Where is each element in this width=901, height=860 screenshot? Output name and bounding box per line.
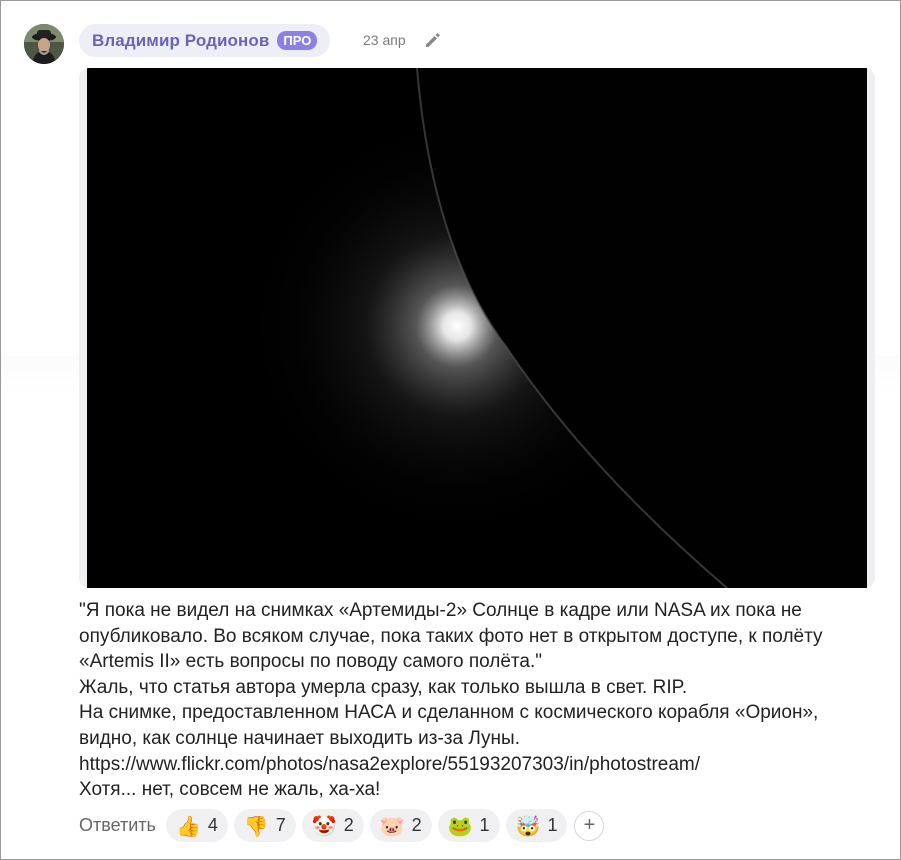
comment-text: "Я пока не видел на снимках «Артемиды-2»… (79, 598, 879, 803)
pro-badge: ПРО (277, 31, 318, 50)
thumbs-down-icon: 👎 (243, 813, 269, 838)
text-line: Хотя... нет, совсем не жаль, ха-ха! (79, 779, 381, 801)
reaction-frog[interactable]: 🐸 1 (437, 809, 500, 842)
text-line: На снимке, предоставленном НАСА и сделан… (79, 702, 819, 724)
author-name[interactable]: Владимир Родионов (92, 31, 269, 51)
reaction-thumbs-up[interactable]: 👍 4 (165, 809, 228, 842)
reaction-thumbs-down[interactable]: 👎 7 (233, 809, 296, 842)
comment-date[interactable]: 23 апр (363, 32, 406, 48)
avatar-photo (24, 24, 64, 64)
reaction-count: 1 (547, 815, 558, 835)
reaction-exploding-head[interactable]: 🤯 1 (505, 809, 568, 842)
text-line: «Artemis II» есть вопросы по поводу само… (79, 651, 543, 673)
pig-icon: 🐷 (379, 813, 405, 838)
thumbs-up-icon: 👍 (175, 813, 201, 838)
reaction-count: 4 (207, 815, 218, 835)
text-line: "Я пока не видел на снимках «Артемиды-2»… (79, 600, 802, 621)
comment: Владимир Родионов ПРО 23 апр "Я пока не … (0, 0, 901, 860)
text-link[interactable]: https://www.flickr.com/photos/nasa2explo… (79, 752, 879, 778)
author-avatar[interactable] (24, 24, 64, 64)
reaction-clown[interactable]: 🤡 2 (301, 809, 364, 842)
frog-icon: 🐸 (447, 813, 473, 838)
reply-button[interactable]: Ответить (79, 815, 156, 836)
eclipse-photo (87, 68, 867, 588)
comment-actions: Ответить 👍 4 👎 7 🤡 2 🐷 2 🐸 1 🤯 1 + (79, 809, 605, 842)
author-chip[interactable]: Владимир Родионов ПРО (79, 24, 331, 57)
exploding-head-icon: 🤯 (515, 813, 541, 838)
reaction-count: 2 (411, 815, 422, 835)
add-reaction-button[interactable]: + (574, 810, 605, 841)
clown-icon: 🤡 (311, 813, 337, 838)
reaction-count: 7 (275, 815, 286, 835)
post-image[interactable] (79, 68, 875, 588)
reaction-count: 2 (343, 815, 354, 835)
reaction-pig[interactable]: 🐷 2 (369, 809, 432, 842)
plus-icon: + (583, 814, 596, 836)
text-line: опубликовало. Во всяком случае, пока так… (79, 625, 823, 647)
reaction-count: 1 (479, 815, 490, 835)
text-line: Жаль, что статья автора умерла сразу, ка… (79, 676, 688, 698)
pencil-icon[interactable] (424, 31, 442, 49)
text-line: видно, как солнце начинает выходить из-з… (79, 727, 520, 749)
